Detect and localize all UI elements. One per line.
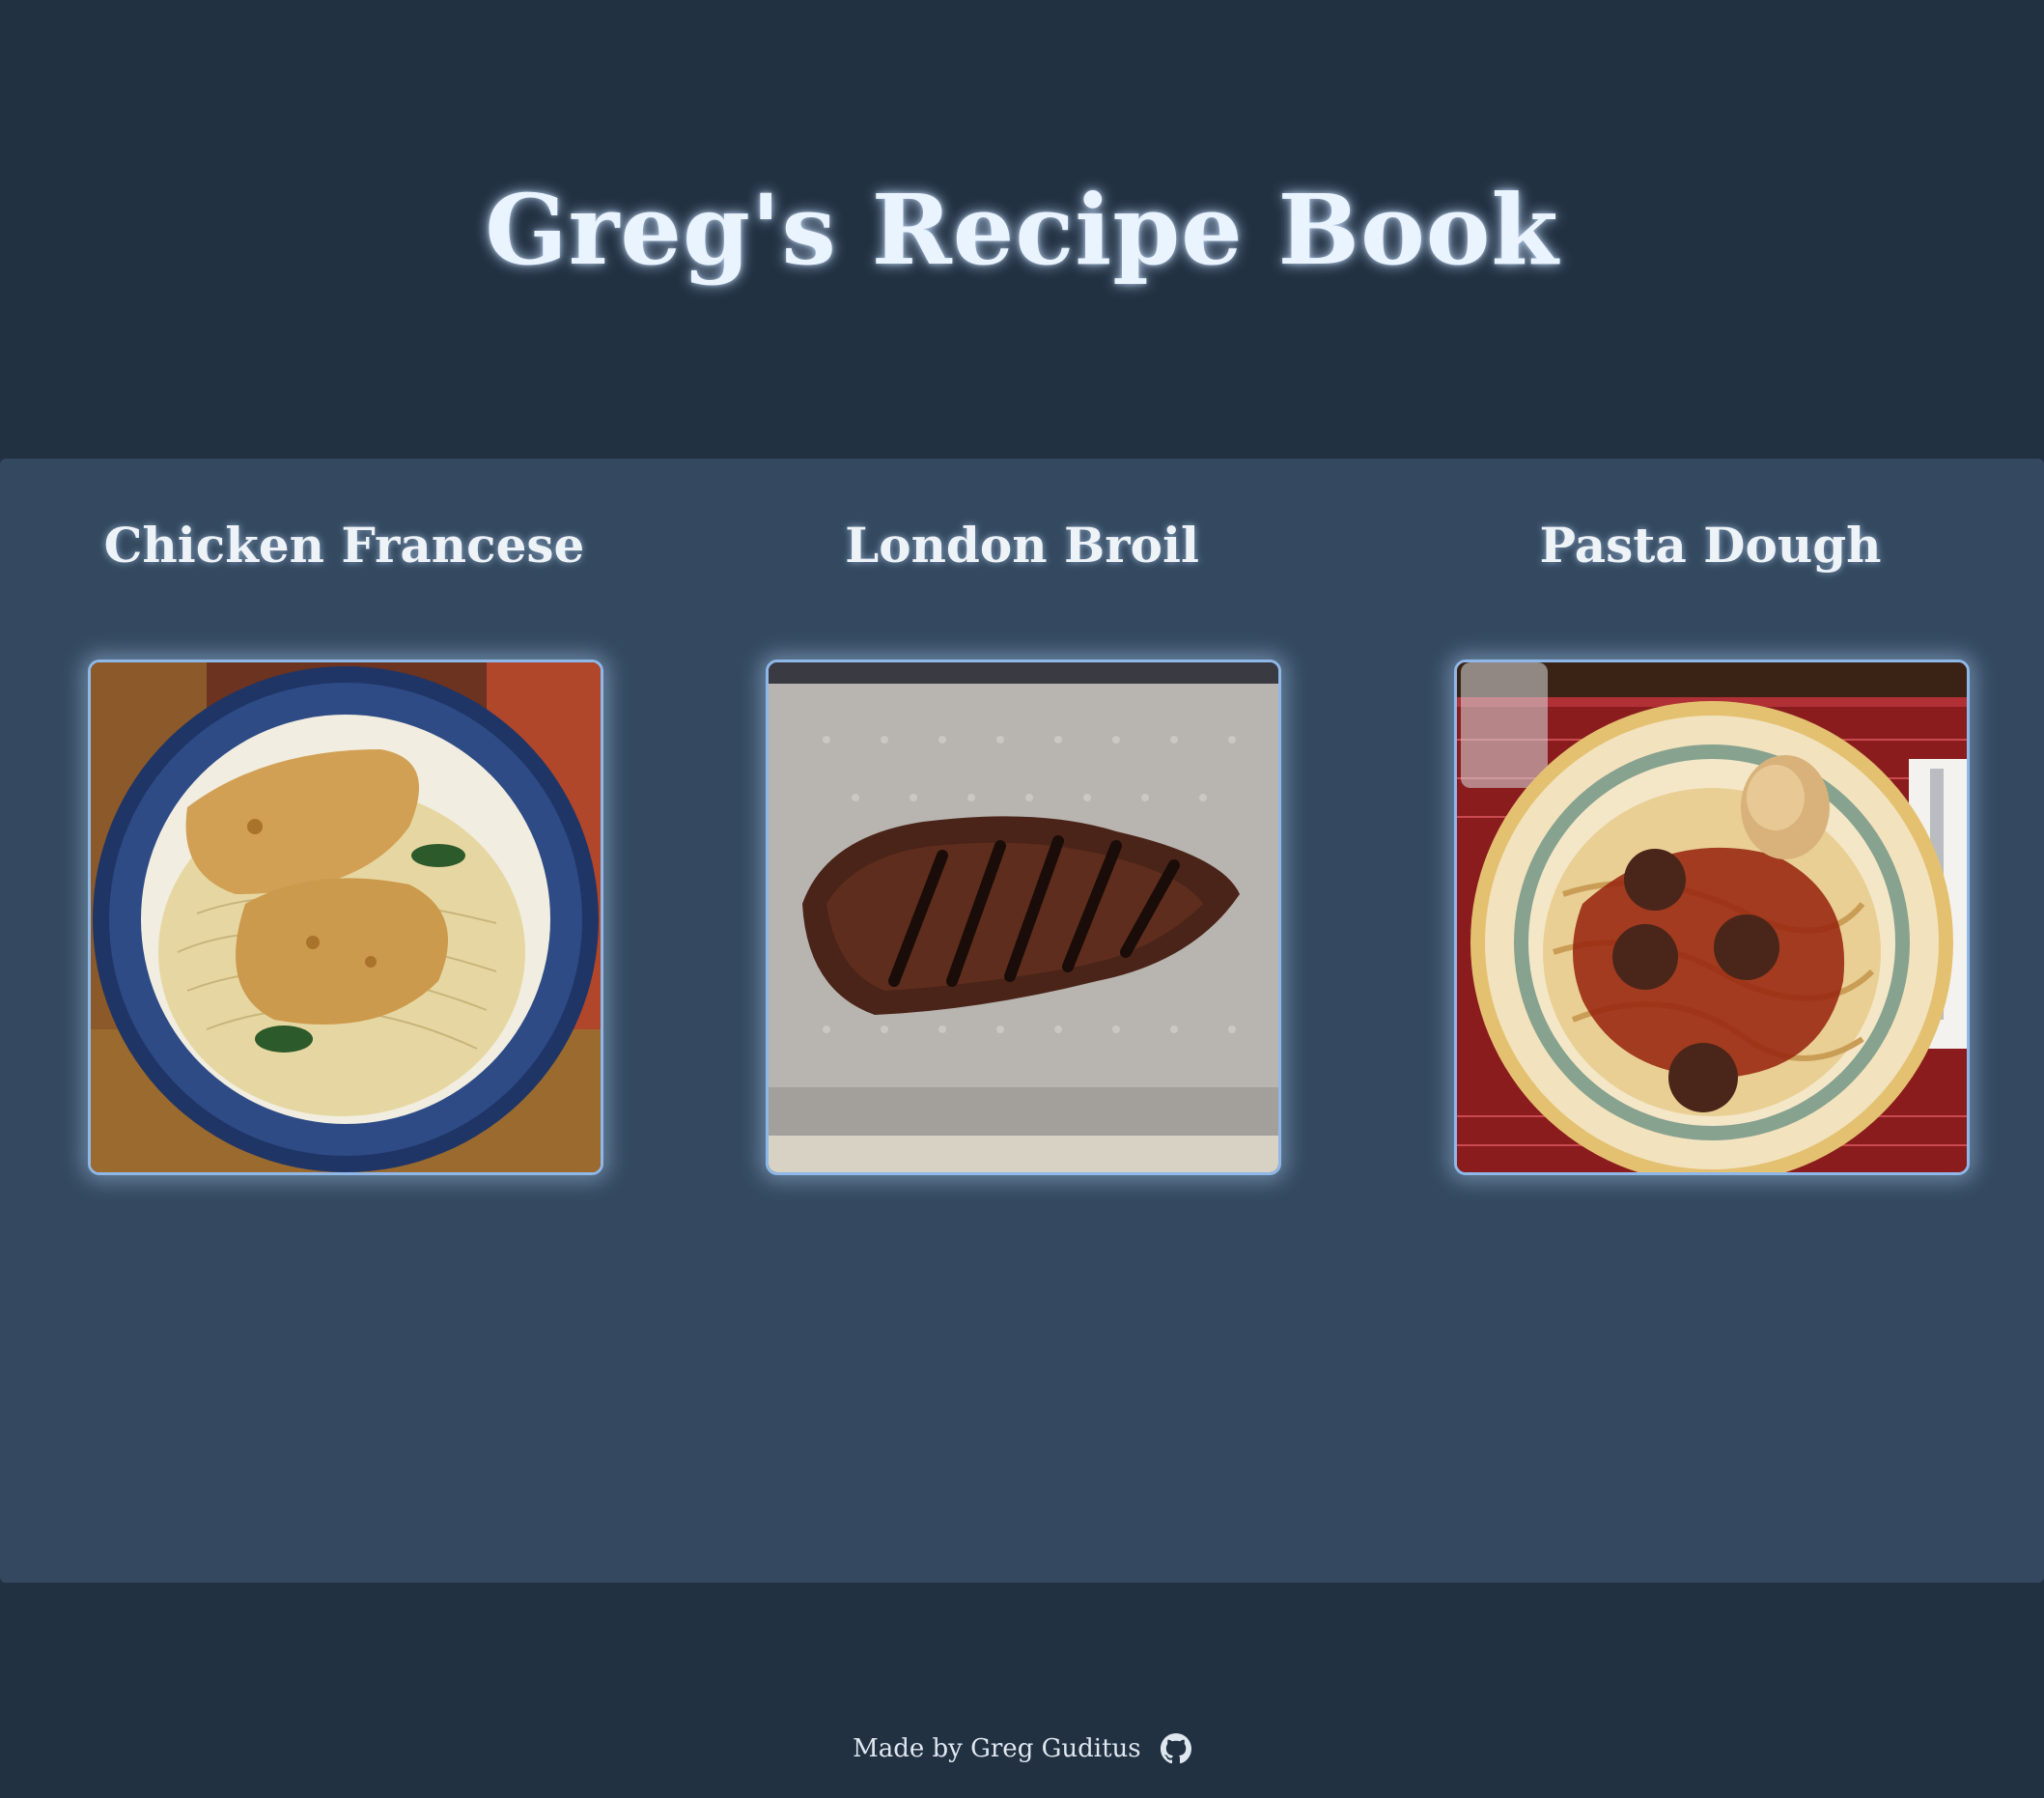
chicken-francese-image — [90, 662, 601, 1172]
footer-credit: Made by Greg Guditus — [853, 1734, 1141, 1763]
site-title: Greg's Recipe Book — [485, 173, 1559, 287]
recipe-card-pasta-dough[interactable]: Pasta Dough — [1366, 502, 2044, 1178]
london-broil-image — [768, 662, 1278, 1172]
chicken-francese-photo[interactable] — [87, 660, 603, 1175]
page: Greg's Recipe Book Chicken Francese Lond… — [0, 0, 2044, 1798]
footer: Made by Greg Guditus — [0, 1733, 2044, 1764]
recipe-card-chicken-francese[interactable]: Chicken Francese — [0, 502, 688, 1178]
pasta-dough-photo[interactable] — [1453, 660, 1970, 1175]
london-broil-photo[interactable] — [765, 660, 1281, 1175]
github-icon[interactable] — [1160, 1733, 1191, 1764]
recipe-title[interactable]: Pasta Dough — [1366, 502, 2044, 570]
recipe-title[interactable]: London Broil — [678, 502, 1366, 570]
recipe-panel: Chicken Francese London Broil Pasta Doug… — [0, 459, 2044, 1583]
github-icon-svg — [1160, 1733, 1191, 1764]
pasta-dough-image — [1456, 662, 1967, 1172]
recipe-card-london-broil[interactable]: London Broil — [678, 502, 1366, 1178]
recipe-title[interactable]: Chicken Francese — [0, 502, 688, 570]
